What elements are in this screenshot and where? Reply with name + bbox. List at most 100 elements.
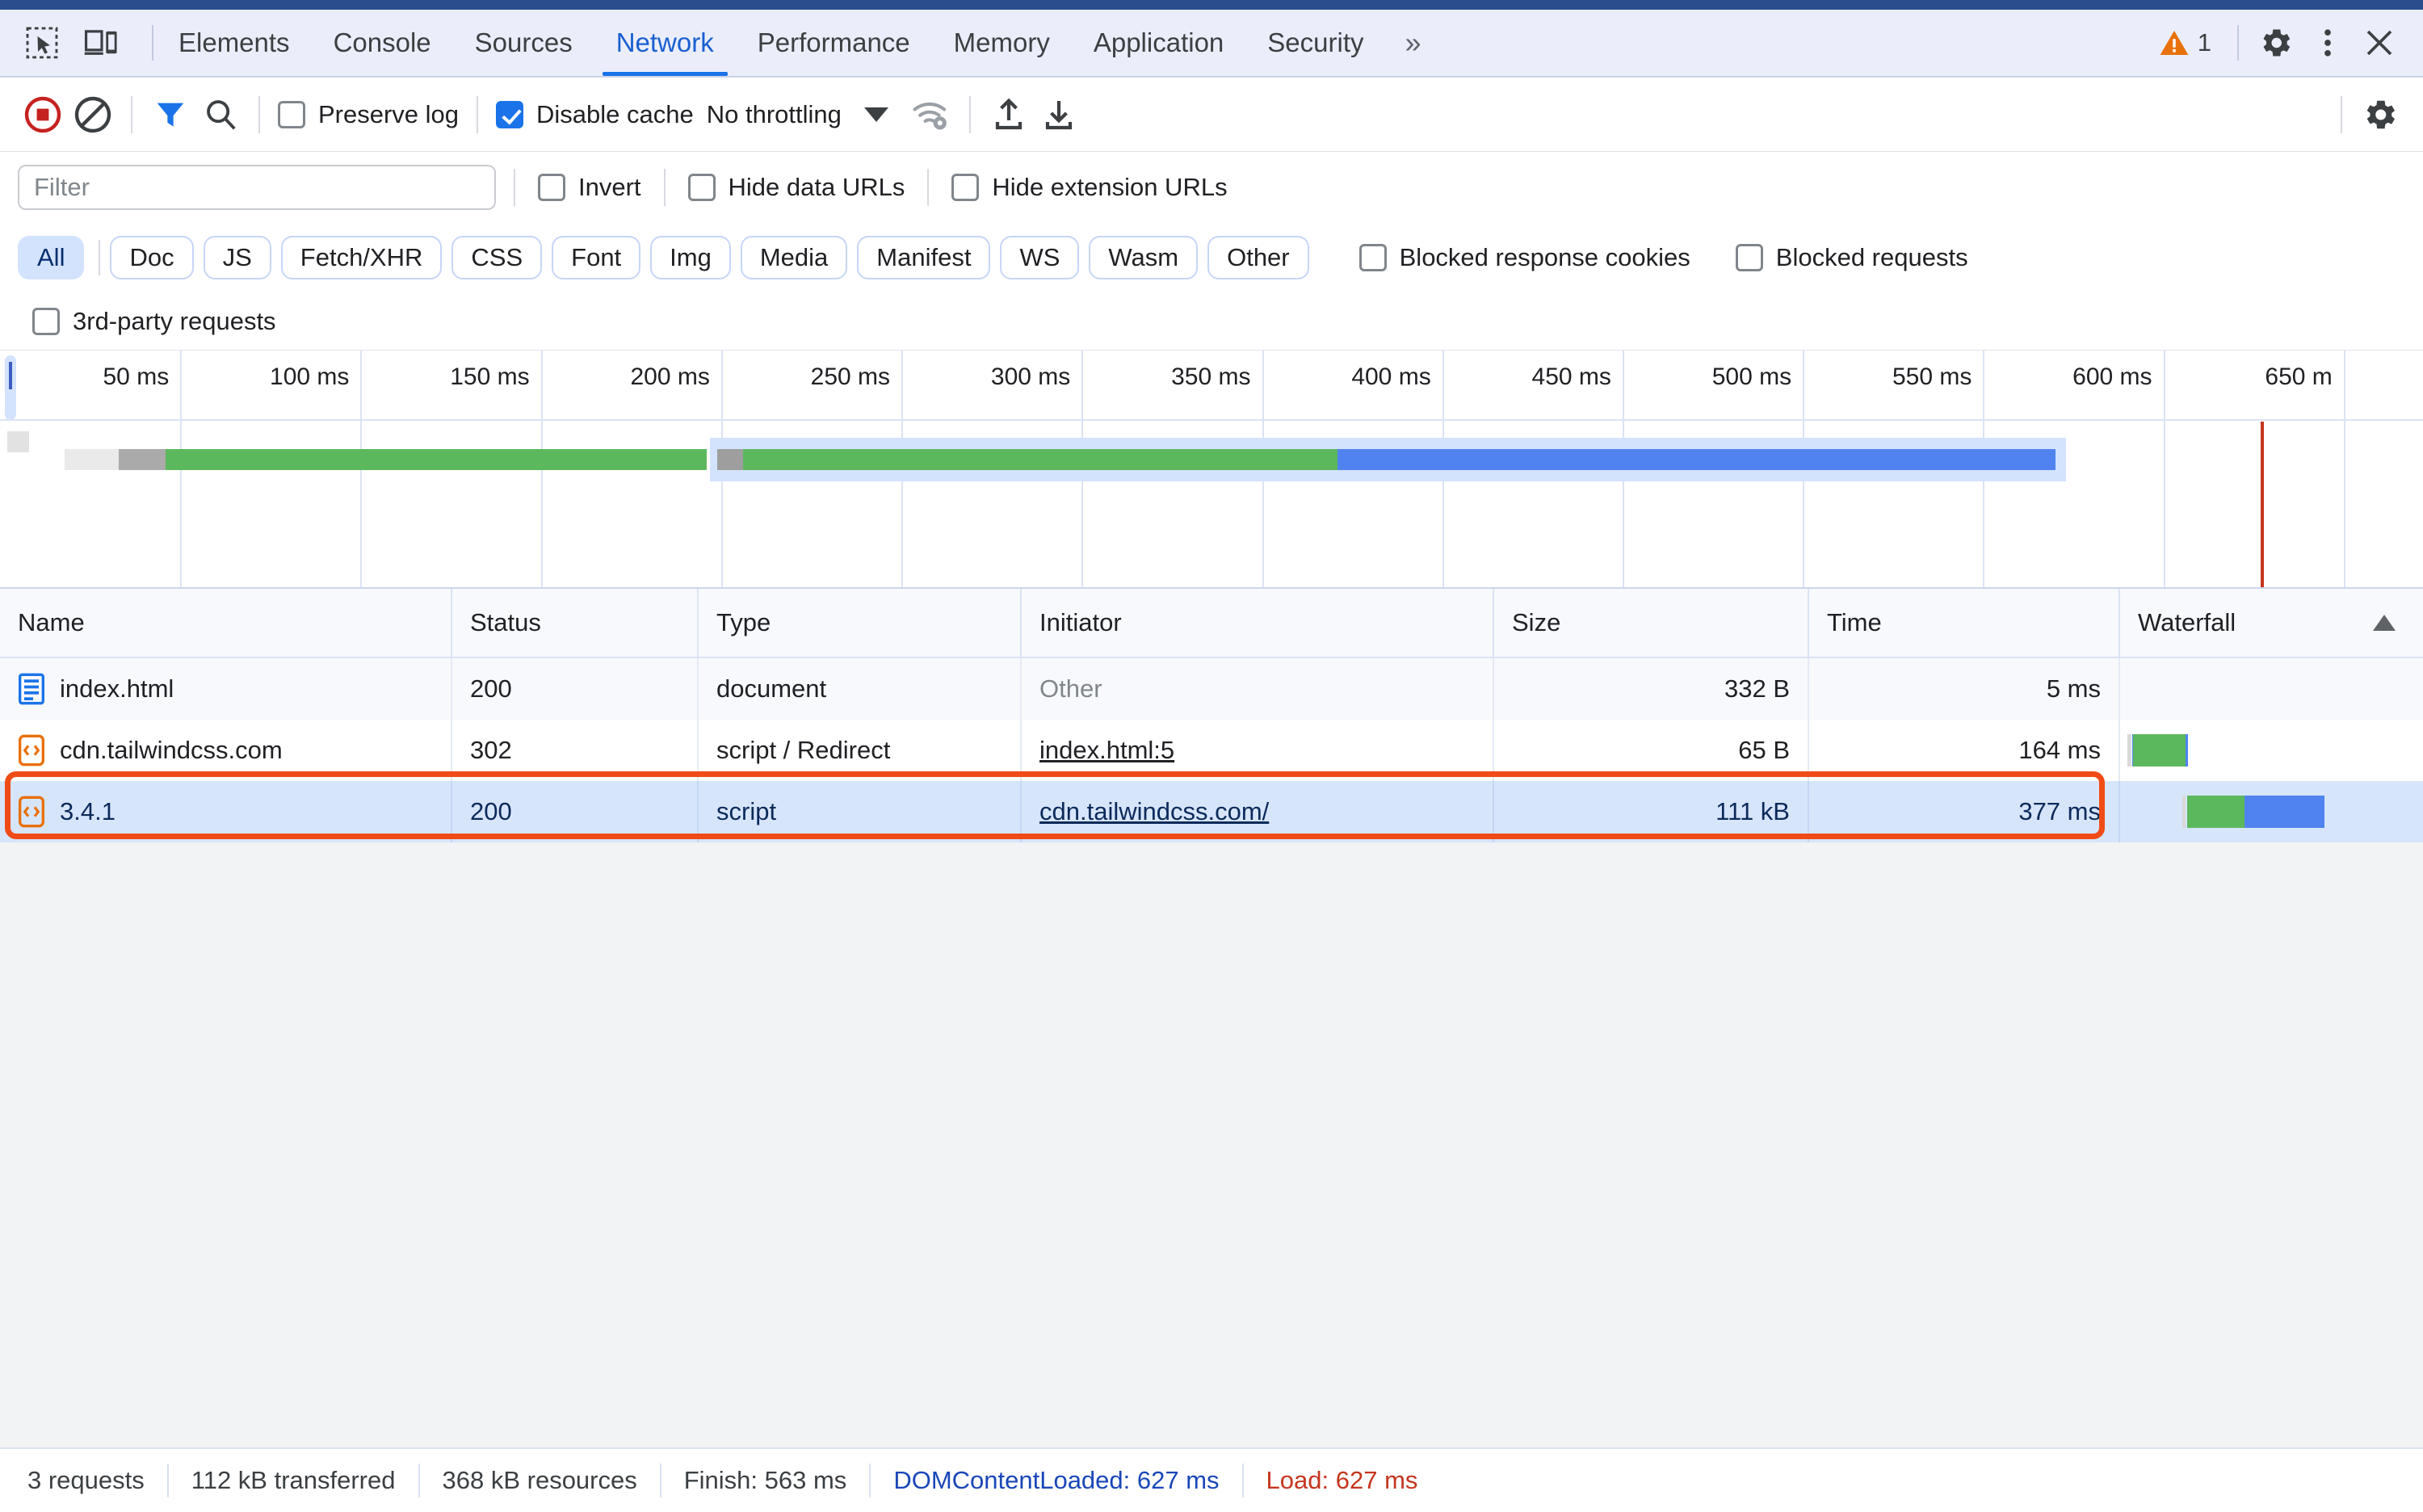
filter-funnel-icon[interactable] [145,90,195,140]
tab-performance[interactable]: Performance [736,10,932,76]
download-har-icon[interactable] [1034,90,1084,140]
cell-size: 65 B [1494,720,1809,781]
warning-count: 1 [2197,28,2211,57]
overview-tick-label: 350 ms [1171,363,1251,390]
overview-divider [0,419,2423,421]
filter-pill-media[interactable]: Media [740,236,848,279]
warning-triangle-icon [2160,30,2189,56]
network-status-bar: 3 requests 112 kB transferred 368 kB res… [0,1447,2423,1512]
blocked-requests-checkbox[interactable]: Blocked requests [1731,243,1973,272]
script-file-icon [18,734,45,766]
hide-extension-urls-box[interactable] [951,174,980,201]
filter-pill-manifest[interactable]: Manifest [857,236,991,279]
filter-pill-ws[interactable]: WS [1000,236,1080,279]
kebab-menu-icon[interactable] [2303,19,2352,67]
hide-data-urls-box[interactable] [687,174,716,201]
toolbar-divider-5 [2341,95,2342,133]
resource-type-filters: All Doc JS Fetch/XHR CSS Font Img Media … [0,223,2423,292]
tab-console[interactable]: Console [312,10,453,76]
invert-checkbox[interactable]: Invert [533,173,646,202]
table-row[interactable]: 3.4.1 200 script cdn.tailwindcss.com/ 11… [0,781,2423,842]
filter-input[interactable] [18,165,496,210]
hide-data-urls-checkbox[interactable]: Hide data URLs [683,173,910,202]
network-overview-timeline[interactable]: 50 ms 100 ms 150 ms 200 ms 250 ms 300 ms 350 m… [0,351,2423,589]
overview-request-bar [0,449,2423,470]
initiator-link[interactable]: index.html:5 [1039,736,1174,765]
filter-pill-fetch-xhr[interactable]: Fetch/XHR [280,236,443,279]
pill-divider [99,240,101,275]
tab-network[interactable]: Network [594,10,736,76]
filter-pill-img[interactable]: Img [650,236,731,279]
filter-pill-wasm[interactable]: Wasm [1089,236,1199,279]
tab-label: Network [615,27,714,57]
hide-extension-urls-label: Hide extension URLs [992,173,1228,201]
network-settings-gear-icon[interactable] [2355,90,2405,140]
disable-cache-checkbox[interactable]: Disable cache [491,100,699,129]
pill-label: All [37,243,65,271]
column-header-size[interactable]: Size [1494,589,1809,657]
record-stop-icon[interactable] [18,90,68,140]
blocked-response-cookies-checkbox[interactable]: Blocked response cookies [1354,243,1695,272]
hide-extension-urls-checkbox[interactable]: Hide extension URLs [947,173,1232,202]
column-header-name[interactable]: Name [0,589,452,657]
tab-security[interactable]: Security [1245,10,1385,76]
column-label: Waterfall [2138,608,2236,636]
search-icon[interactable] [195,90,246,140]
filter-pill-all[interactable]: All [18,236,85,279]
filter-divider-0 [514,169,515,206]
cell-name: cdn.tailwindcss.com [0,720,452,781]
more-tabs-icon[interactable]: » [1386,10,1436,76]
tab-elements[interactable]: Elements [157,10,312,76]
size-value: 111 kB [1715,797,1790,825]
tab-label: Application [1093,27,1224,57]
third-party-requests-box[interactable] [32,307,60,335]
tab-sources[interactable]: Sources [453,10,594,76]
third-party-requests-checkbox[interactable]: 3rd-party requests [27,307,281,336]
table-row[interactable]: cdn.tailwindcss.com 302 script / Redirec… [0,720,2423,781]
waterfall-blue-segment [2244,796,2325,828]
tab-application[interactable]: Application [1072,10,1245,76]
column-header-waterfall[interactable]: Waterfall [2120,589,2423,657]
filter-pill-other[interactable]: Other [1207,236,1309,279]
time-value: 377 ms [2018,797,2101,825]
close-icon[interactable] [2355,19,2404,67]
tab-memory[interactable]: Memory [932,10,1072,76]
throttling-value: No throttling [706,99,842,128]
tabbar-divider [152,25,153,61]
request-name: 3.4.1 [60,797,115,825]
blocked-requests-box[interactable] [1735,244,1763,271]
clear-icon[interactable] [68,90,118,140]
column-header-time[interactable]: Time [1809,589,2120,657]
warning-indicator[interactable]: 1 [2146,28,2224,57]
table-row[interactable]: index.html 200 document Other 332 B 5 ms [0,658,2423,720]
cell-time: 377 ms [1809,781,2120,842]
column-header-status[interactable]: Status [452,589,699,657]
invert-box[interactable] [538,174,565,201]
column-label: Size [1512,608,1561,636]
initiator-link[interactable]: cdn.tailwindcss.com/ [1039,797,1269,826]
filter-pill-js[interactable]: JS [203,236,271,279]
script-file-icon [18,796,45,828]
type-value: script [716,797,777,825]
device-toolbar-icon[interactable] [81,22,123,64]
filter-pill-font[interactable]: Font [552,236,641,279]
upload-har-icon[interactable] [984,90,1034,140]
toolbar-divider-3 [477,95,479,133]
preserve-log-checkbox[interactable]: Preserve log [273,100,464,129]
overview-left-handle[interactable] [5,355,16,420]
column-header-type[interactable]: Type [699,589,1022,657]
type-value: document [716,674,827,703]
throttling-select[interactable]: No throttling [699,100,888,129]
wifi-settings-icon[interactable] [906,90,956,140]
column-header-initiator[interactable]: Initiator [1022,589,1494,657]
filter-pill-css[interactable]: CSS [451,236,543,279]
filter-pill-doc[interactable]: Doc [110,236,194,279]
overview-tick-label: 300 ms [990,363,1071,390]
inspect-element-icon[interactable] [21,22,63,64]
disable-cache-box[interactable] [496,100,524,128]
devtools-tabbar: Elements Console Sources Network Perform… [0,10,2423,78]
column-label: Name [18,608,85,636]
blocked-response-cookies-box[interactable] [1358,244,1387,271]
preserve-log-box[interactable] [278,100,305,128]
gear-icon[interactable] [2252,19,2300,67]
